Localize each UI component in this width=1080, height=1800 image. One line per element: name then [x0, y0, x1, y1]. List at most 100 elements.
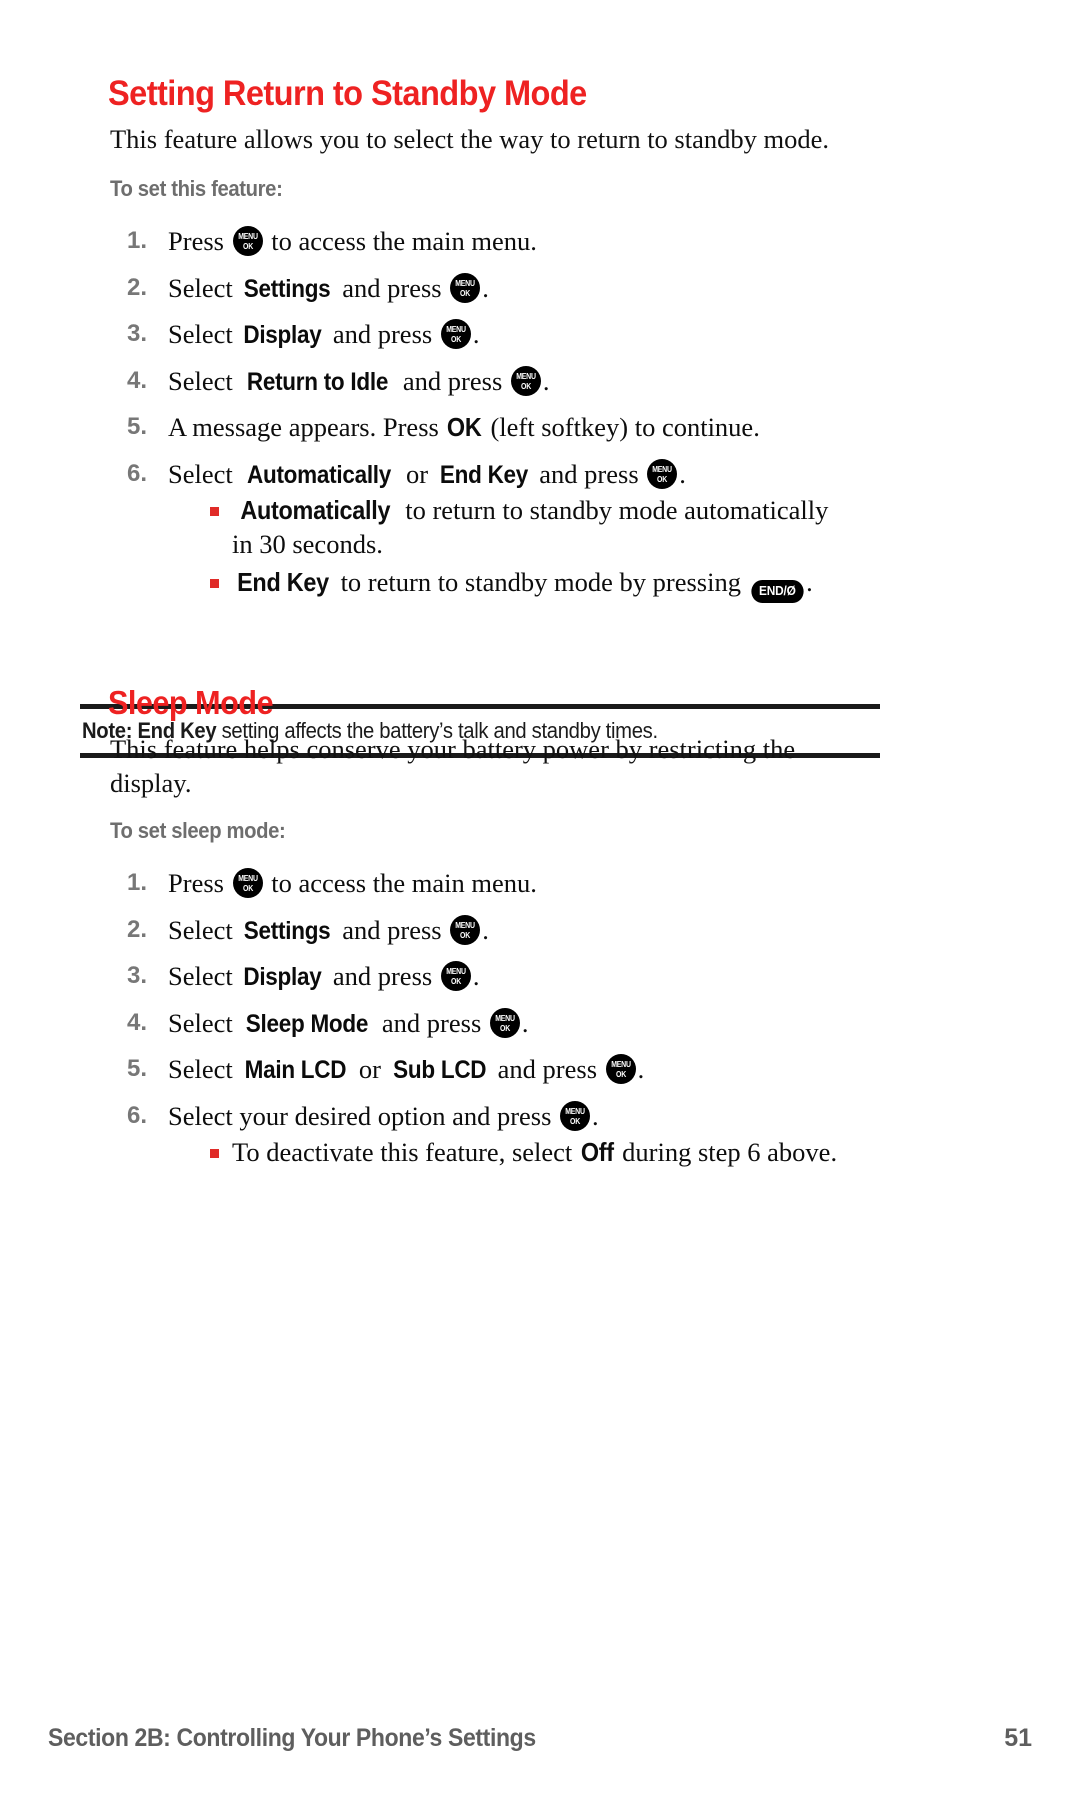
step-item: 1. Press MENU OK to access the main menu. [0, 218, 1080, 265]
step-text-post: . [521, 1007, 529, 1038]
step-text-post: . [679, 458, 686, 489]
bullet-body: during step 6 above. [615, 1137, 838, 1167]
step-text-post: . [542, 365, 550, 396]
step-number: 1. [127, 869, 148, 896]
step-number: 6. [127, 459, 148, 487]
step-text: Select your desired option and press MEN… [168, 1093, 599, 1140]
sub-label-to-set-sleep-mode: To set sleep mode: [110, 818, 286, 843]
ui-term: Settings [244, 274, 331, 303]
menu-ok-key-icon: MENU OK [232, 226, 263, 256]
step-text-pre: Select [168, 319, 240, 349]
bullet-square-icon [210, 579, 219, 588]
step-text-post: . [482, 272, 489, 303]
step-text-mid: and press [326, 961, 439, 991]
step-item: 4. Select Return to Idle and press MENU O… [0, 358, 1080, 405]
menu-ok-key-icon: MENU OK [489, 1007, 520, 1038]
step-item: 6. Select Automatically or End Key and p… [0, 451, 1080, 498]
step-text-pre: Press [168, 868, 231, 898]
ui-term: End Key [237, 567, 329, 597]
menu-ok-line2: OK [570, 1115, 581, 1126]
step-number: 1. [127, 227, 148, 254]
menu-ok-key-icon: MENU OK [440, 319, 471, 349]
section-heading-standby: Setting Return to Standby Mode [108, 74, 587, 113]
bullet-item: End Key to return to standby mode by pre… [210, 565, 813, 603]
ui-term: Automatically [247, 460, 392, 489]
ui-term: Display [243, 963, 322, 991]
step-text-mid: and press [326, 319, 439, 349]
menu-ok-line2: OK [242, 883, 253, 893]
step-number: 2. [127, 915, 148, 943]
menu-ok-line1: MENU [652, 463, 673, 474]
step-item: 5. A message appears. Press OK (left sof… [0, 404, 1080, 451]
step-item: 2. Select Settings and press MENU OK. [0, 907, 1080, 954]
step-text-mid: or [352, 1054, 388, 1084]
step-number: 4. [127, 1008, 148, 1036]
step-item: 5. Select Main LCD or Sub LCD and press … [0, 1046, 1080, 1093]
menu-ok-line2: OK [450, 976, 461, 986]
menu-ok-line2: OK [460, 929, 471, 940]
menu-ok-line1: MENU [237, 873, 258, 883]
step-number: 2. [127, 273, 148, 301]
menu-ok-line1: MENU [610, 1059, 631, 1069]
bullet-body: to return to standby mode by pressing [333, 567, 748, 597]
step-text-pre: Select your desired option and press [168, 1100, 559, 1131]
step-item: 6. Select your desired option and press … [0, 1093, 1080, 1140]
menu-ok-key-icon: MENU OK [232, 868, 263, 898]
bullet-text: End Key to return to standby mode by pre… [232, 565, 813, 603]
section-heading-sleep-mode: Sleep Mode [108, 684, 274, 721]
menu-ok-line2: OK [499, 1022, 510, 1033]
bullet-text: Automatically to return to standby mode … [232, 493, 828, 527]
menu-ok-key-icon: MENU OK [647, 458, 678, 489]
step-text-mid: and press [335, 272, 449, 303]
ui-term: Automatically [240, 495, 391, 525]
step-item: 3. Select Display and press MENU OK. [0, 953, 1080, 1000]
menu-ok-key-icon: MENU OK [510, 365, 541, 396]
menu-ok-line1: MENU [516, 370, 536, 381]
intro-paragraph-sleep: This feature helps conserve your battery… [110, 734, 796, 798]
ui-term: Return to Idle [247, 367, 389, 396]
step-text: A message appears. Press OK (left softke… [168, 404, 760, 451]
step-text-pre: Select [168, 1007, 240, 1038]
step-text-post: . [472, 961, 480, 991]
menu-ok-line1: MENU [455, 277, 475, 288]
step-number: 3. [127, 962, 148, 989]
step-text-pre: Select [168, 914, 240, 945]
step-text: Select Display and press MENU OK. [168, 953, 479, 1001]
step-text-mid: and press [375, 1007, 488, 1038]
ui-term-2: Sub LCD [392, 1056, 486, 1084]
step-number: 6. [127, 1101, 148, 1129]
step-text-post: . [592, 1100, 599, 1131]
bullet-continuation: in 30 seconds. [232, 529, 383, 559]
step-text: Select Sleep Mode and press MENU OK. [168, 1000, 529, 1048]
ui-term: Display [243, 321, 322, 349]
step-item: 4. Select Sleep Mode and press MENU OK. [0, 1000, 1080, 1047]
ui-term-2: End Key [439, 460, 528, 489]
footer-section-title: Section 2B: Controlling Your Phone’s Set… [48, 1724, 536, 1752]
footer-page-number: 51 [1004, 1724, 1032, 1752]
step-text-post: to access the main menu. [264, 226, 537, 256]
step-text-mid: and press [335, 914, 449, 945]
menu-ok-key-icon: MENU OK [450, 272, 481, 303]
menu-ok-line1: MENU [565, 1105, 585, 1116]
menu-ok-key-icon: MENU OK [560, 1100, 591, 1131]
step-text-mid: (left softkey) to continue. [483, 412, 760, 442]
menu-ok-key-icon: MENU OK [605, 1054, 636, 1084]
ui-term: OK [447, 412, 482, 442]
ui-term: Off [580, 1137, 614, 1167]
ui-term: Settings [244, 916, 331, 945]
step-text: Press MENU OK to access the main menu. [168, 218, 537, 265]
step-text: Press MENU OK to access the main menu. [168, 860, 537, 907]
step-text-mid: and press [396, 365, 509, 396]
step-number: 5. [127, 413, 148, 440]
step-text-post: . [472, 319, 480, 349]
bullet-square-icon [210, 507, 219, 516]
menu-ok-line1: MENU [455, 919, 475, 930]
menu-ok-key-icon: MENU OK [450, 914, 481, 945]
step-text-post: to access the main menu. [264, 868, 537, 898]
menu-ok-line1: MENU [237, 231, 258, 241]
menu-ok-key-icon: MENU OK [440, 961, 471, 991]
step-item: 2. Select Settings and press MENU OK. [0, 265, 1080, 312]
menu-ok-line1: MENU [446, 966, 466, 976]
bullet-body: to return to standby mode automatically [398, 495, 829, 525]
menu-ok-line2: OK [460, 287, 471, 298]
